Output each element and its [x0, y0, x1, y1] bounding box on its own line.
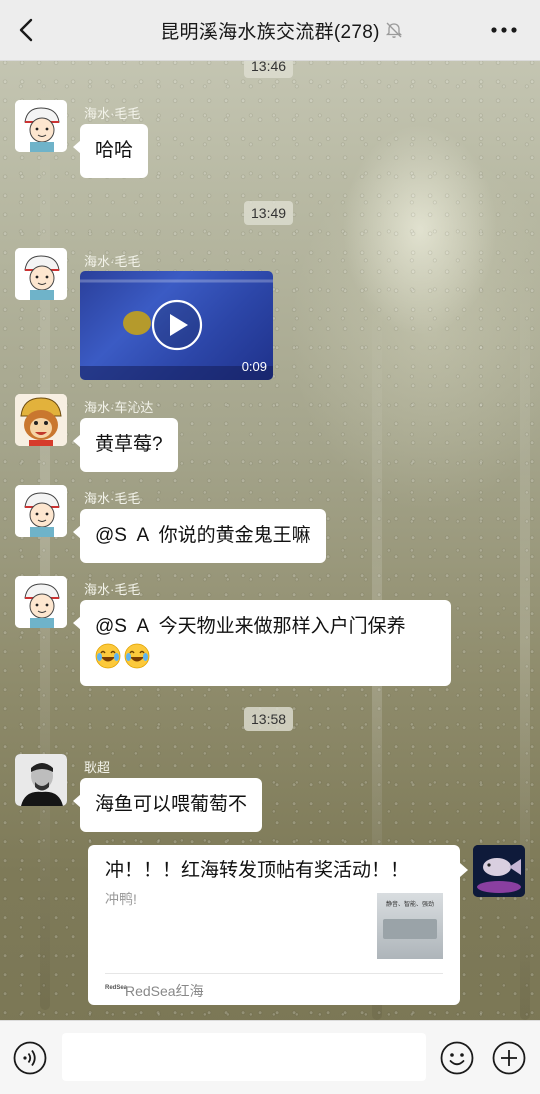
avatar[interactable] [15, 576, 67, 628]
timestamp: 13:58 [244, 707, 294, 731]
voice-icon[interactable] [13, 1041, 47, 1075]
cartoon-boy-avatar-icon [15, 100, 67, 152]
avatar[interactable] [15, 100, 67, 152]
message-bubble[interactable]: @S A 今天物业来做那样入户门保养 [73, 600, 451, 686]
ellipsis-icon[interactable] [490, 20, 518, 40]
video-duration: 0:09 [241, 359, 267, 374]
video-message[interactable]: 0:09 [80, 271, 273, 380]
emoji-row [95, 643, 436, 675]
link-source: RedSea红海 [125, 983, 204, 999]
divider [105, 973, 443, 974]
sender-name: 海水·毛毛 [84, 106, 141, 121]
plus-circle-icon[interactable] [492, 1041, 526, 1075]
message-bubble[interactable]: 黄草莓? [73, 418, 178, 472]
message-bubble[interactable]: 哈哈 [72, 124, 149, 178]
monkey-king-avatar-icon [15, 394, 67, 446]
link-card[interactable]: 冲！！！红海转发顶帖有奖活动！！ 冲鸭! 静音、智能、强劲 RedSea Red… [88, 845, 468, 1005]
input-bar [0, 1020, 540, 1094]
background-streak [520, 260, 530, 1020]
link-thumbnail-text: 静音、智能、强劲 [385, 902, 434, 908]
sender-name: 海水·毛毛 [84, 582, 141, 597]
cartoon-boy-avatar-icon [15, 576, 67, 628]
face-with-tears-of-joy-icon [95, 643, 121, 669]
message-bubble[interactable]: @S A 你说的黄金鬼王嘛 [73, 509, 326, 563]
avatar[interactable] [15, 754, 67, 806]
source-logo: RedSea [105, 985, 128, 991]
message-input[interactable] [62, 1033, 426, 1081]
fish-avatar-icon [473, 845, 525, 897]
chat-title: 昆明溪海水族交流群(278) [160, 22, 380, 43]
timestamp: 13:49 [244, 201, 294, 225]
self-avatar[interactable] [473, 845, 525, 897]
cartoon-boy-avatar-icon [15, 485, 67, 537]
sender-name: 海水·毛毛 [84, 491, 141, 506]
sender-name: 耿超 [84, 760, 111, 775]
sender-name: 海水·毛毛 [84, 254, 141, 269]
message-text: @S A 今天物业来做那样入户门保养 [95, 616, 406, 637]
sender-name: 海水·车沁达 [84, 400, 154, 415]
face-with-tears-of-joy-icon [124, 643, 150, 669]
link-title: 冲！！！红海转发顶帖有奖活动！！ [105, 860, 410, 881]
smiley-icon[interactable] [440, 1041, 474, 1075]
message-bubble[interactable]: 海鱼可以喂葡萄不 [72, 778, 263, 832]
avatar[interactable] [15, 485, 67, 537]
portrait-avatar-icon [15, 754, 67, 806]
product-image [383, 919, 437, 939]
link-description: 冲鸭! [105, 891, 137, 907]
link-thumbnail: 静音、智能、强劲 [377, 893, 443, 959]
avatar[interactable] [15, 248, 67, 300]
avatar[interactable] [15, 394, 67, 446]
background-streak [40, 70, 50, 1010]
cartoon-boy-avatar-icon [15, 248, 67, 300]
chat-header: 昆明溪海水族交流群(278) [0, 0, 540, 61]
bell-off-icon [385, 22, 403, 38]
